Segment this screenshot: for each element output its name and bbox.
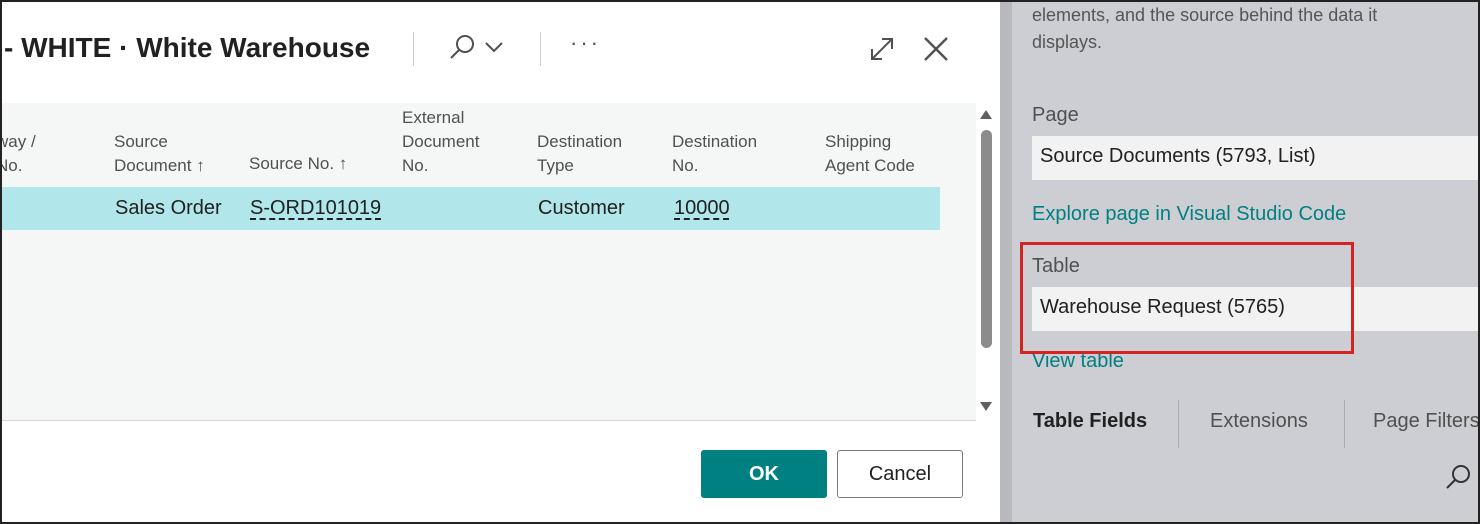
table-highlight-box <box>1020 242 1354 354</box>
tab-divider <box>1344 400 1345 448</box>
table-row[interactable]: Sales Order S-ORD101019 Customer 10000 <box>2 187 940 230</box>
column-header-source-no[interactable]: Source No. ↑ <box>249 152 347 176</box>
pane-intro-text: elements, and the source behind the data… <box>1032 5 1378 52</box>
pane-divider <box>1000 2 1012 522</box>
page-value: Source Documents (5793, List) <box>1032 136 1478 180</box>
screenshot-frame: - WHITE · White Warehouse ··· way / No. … <box>0 0 1480 524</box>
scrollbar-thumb[interactable] <box>981 130 992 348</box>
header-divider <box>540 32 541 66</box>
source-documents-dialog: - WHITE · White Warehouse ··· way / No. … <box>2 2 1000 522</box>
cell-source-no-link[interactable]: S-ORD101019 <box>250 197 381 220</box>
ok-button[interactable]: OK <box>701 450 827 498</box>
header-divider <box>413 32 414 66</box>
close-icon[interactable] <box>922 35 950 68</box>
column-header-shipping-agent-code[interactable]: Shipping Agent Code <box>825 130 915 178</box>
chevron-down-icon[interactable] <box>484 40 504 59</box>
cell-destination-type: Customer <box>538 197 625 219</box>
page-label: Page <box>1032 104 1079 126</box>
explore-page-link[interactable]: Explore page in Visual Studio Code <box>1032 203 1346 226</box>
expand-icon[interactable] <box>868 35 896 68</box>
tab-table-fields[interactable]: Table Fields <box>1033 410 1147 433</box>
column-header-putaway-no[interactable]: way / No. <box>2 130 36 178</box>
documents-grid: way / No. Source Document ↑ Source No. ↑… <box>2 103 976 421</box>
scroll-down-arrow[interactable] <box>980 402 992 411</box>
search-icon[interactable] <box>1444 462 1474 497</box>
cancel-button[interactable]: Cancel <box>837 450 963 498</box>
more-options-icon[interactable]: ··· <box>570 30 601 56</box>
column-header-destination-no[interactable]: Destination No. <box>672 130 757 178</box>
tab-divider <box>1178 400 1179 448</box>
search-icon[interactable] <box>448 32 478 67</box>
column-header-destination-type[interactable]: Destination Type <box>537 130 622 178</box>
column-header-source-document[interactable]: Source Document ↑ <box>114 130 205 178</box>
cell-source-document: Sales Order <box>115 197 222 219</box>
dialog-title: - WHITE · White Warehouse <box>4 32 371 63</box>
tab-extensions[interactable]: Extensions <box>1210 410 1308 433</box>
scroll-up-arrow[interactable] <box>980 110 992 119</box>
tab-page-filters[interactable]: Page Filters <box>1373 410 1478 433</box>
cell-destination-no-link[interactable]: 10000 <box>674 197 730 220</box>
column-header-external-document-no[interactable]: External Document No. <box>402 106 479 178</box>
